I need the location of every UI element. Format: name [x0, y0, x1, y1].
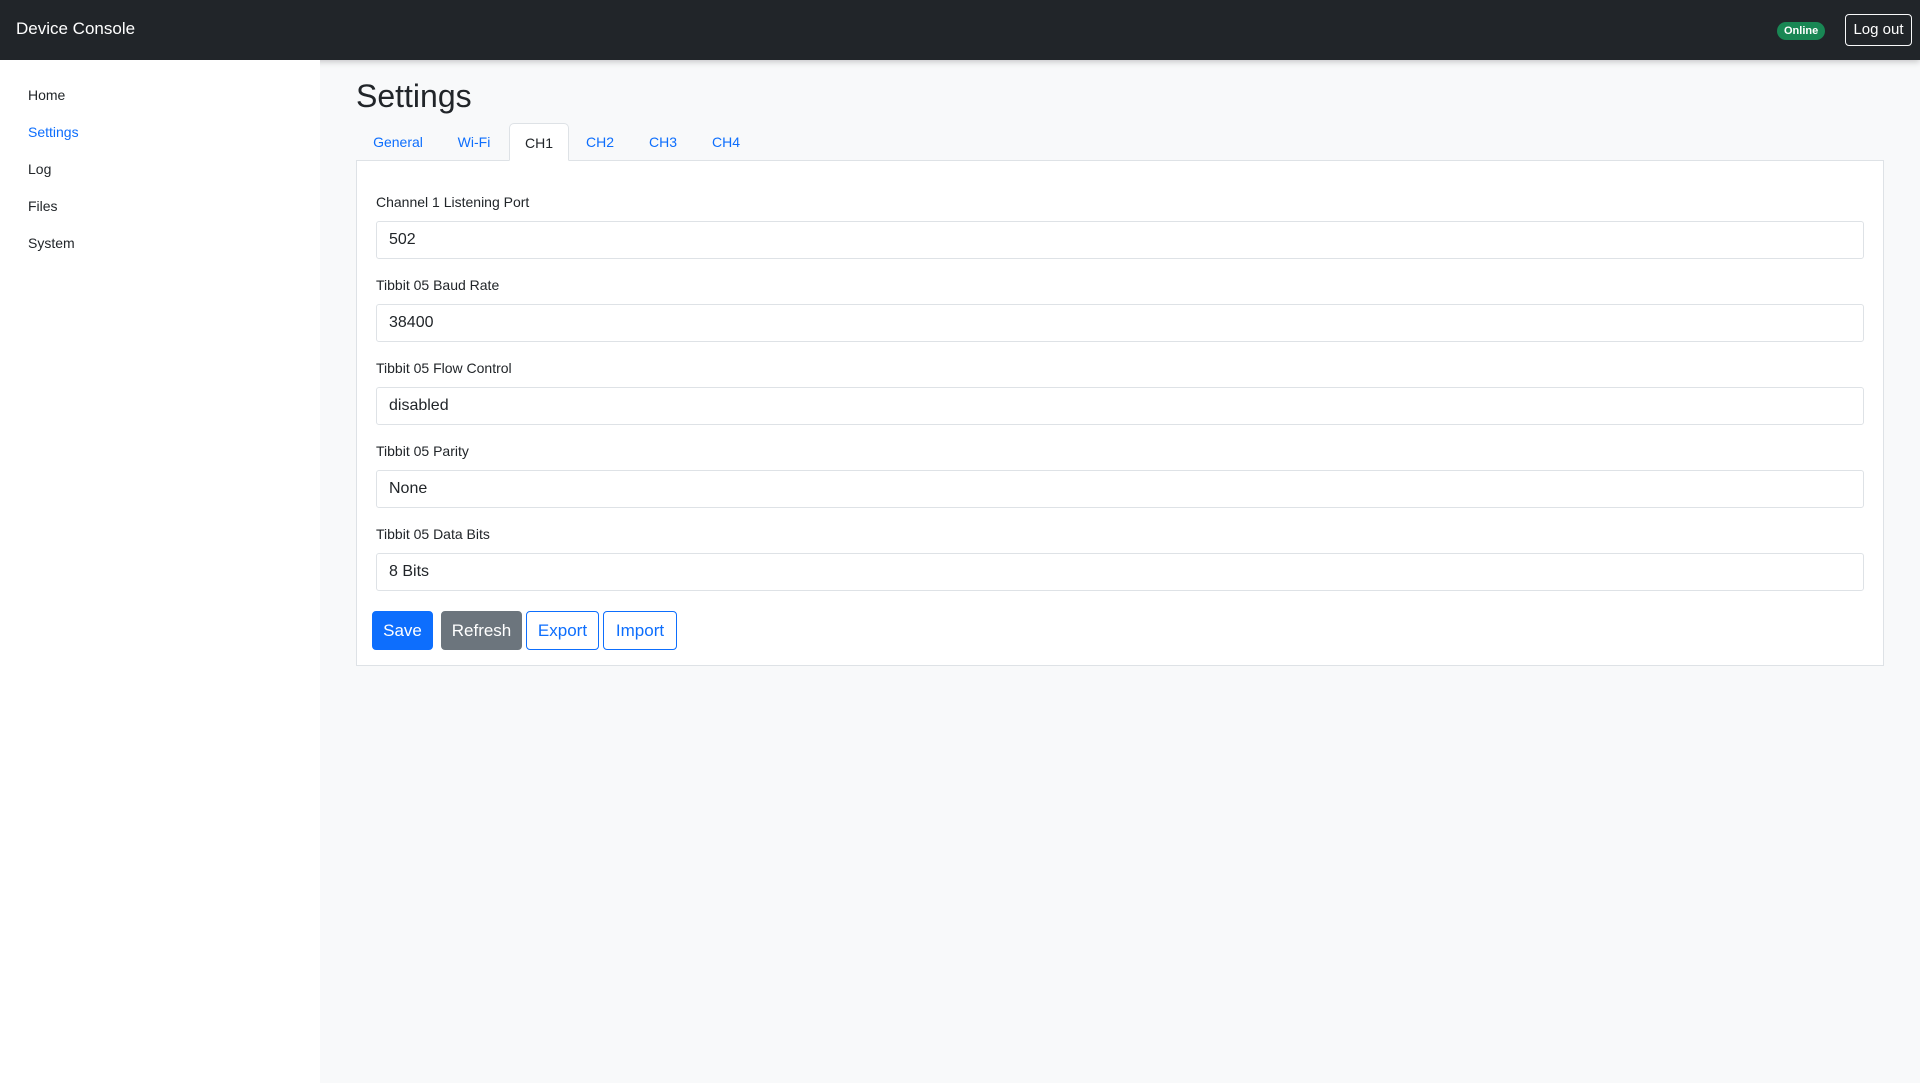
tab-general[interactable]: General	[356, 123, 440, 161]
status-badge: Online	[1777, 22, 1826, 40]
listening-port-field[interactable]: 502	[376, 221, 1864, 259]
field-label-listening-port: Channel 1 Listening Port	[376, 194, 530, 210]
import-button[interactable]: Import	[603, 611, 677, 650]
tab-ch4[interactable]: CH4	[696, 123, 756, 161]
flow-control-select[interactable]: disabled	[376, 387, 1864, 425]
logout-button[interactable]: Log out	[1845, 14, 1912, 46]
tab-ch3[interactable]: CH3	[633, 123, 693, 161]
sidebar-item-system[interactable]: System	[28, 235, 75, 251]
field-label-flow-control: Tibbit 05 Flow Control	[376, 360, 512, 376]
save-button[interactable]: Save	[372, 611, 433, 650]
tab-ch1[interactable]: CH1	[509, 123, 569, 161]
page-title: Settings	[356, 78, 472, 114]
tab-wifi[interactable]: Wi-Fi	[440, 123, 508, 161]
field-label-parity: Tibbit 05 Parity	[376, 443, 469, 459]
top-navbar: Device Console Online Log out	[0, 0, 1920, 60]
refresh-button[interactable]: Refresh	[441, 611, 522, 650]
sidebar-item-settings[interactable]: Settings	[28, 124, 79, 140]
export-button[interactable]: Export	[526, 611, 599, 650]
tab-ch2[interactable]: CH2	[570, 123, 630, 161]
sidebar-item-log[interactable]: Log	[28, 161, 51, 177]
sidebar-item-files[interactable]: Files	[28, 198, 58, 214]
field-label-baud-rate: Tibbit 05 Baud Rate	[376, 277, 500, 293]
sidebar-item-home[interactable]: Home	[28, 87, 65, 103]
parity-select[interactable]: None	[376, 470, 1864, 508]
app-title[interactable]: Device Console	[16, 19, 135, 39]
baud-rate-select[interactable]: 38400	[376, 304, 1864, 342]
sidebar: Home Settings Log Files System	[0, 60, 320, 1083]
data-bits-select[interactable]: 8 Bits	[376, 553, 1864, 591]
field-label-data-bits: Tibbit 05 Data Bits	[376, 526, 490, 542]
